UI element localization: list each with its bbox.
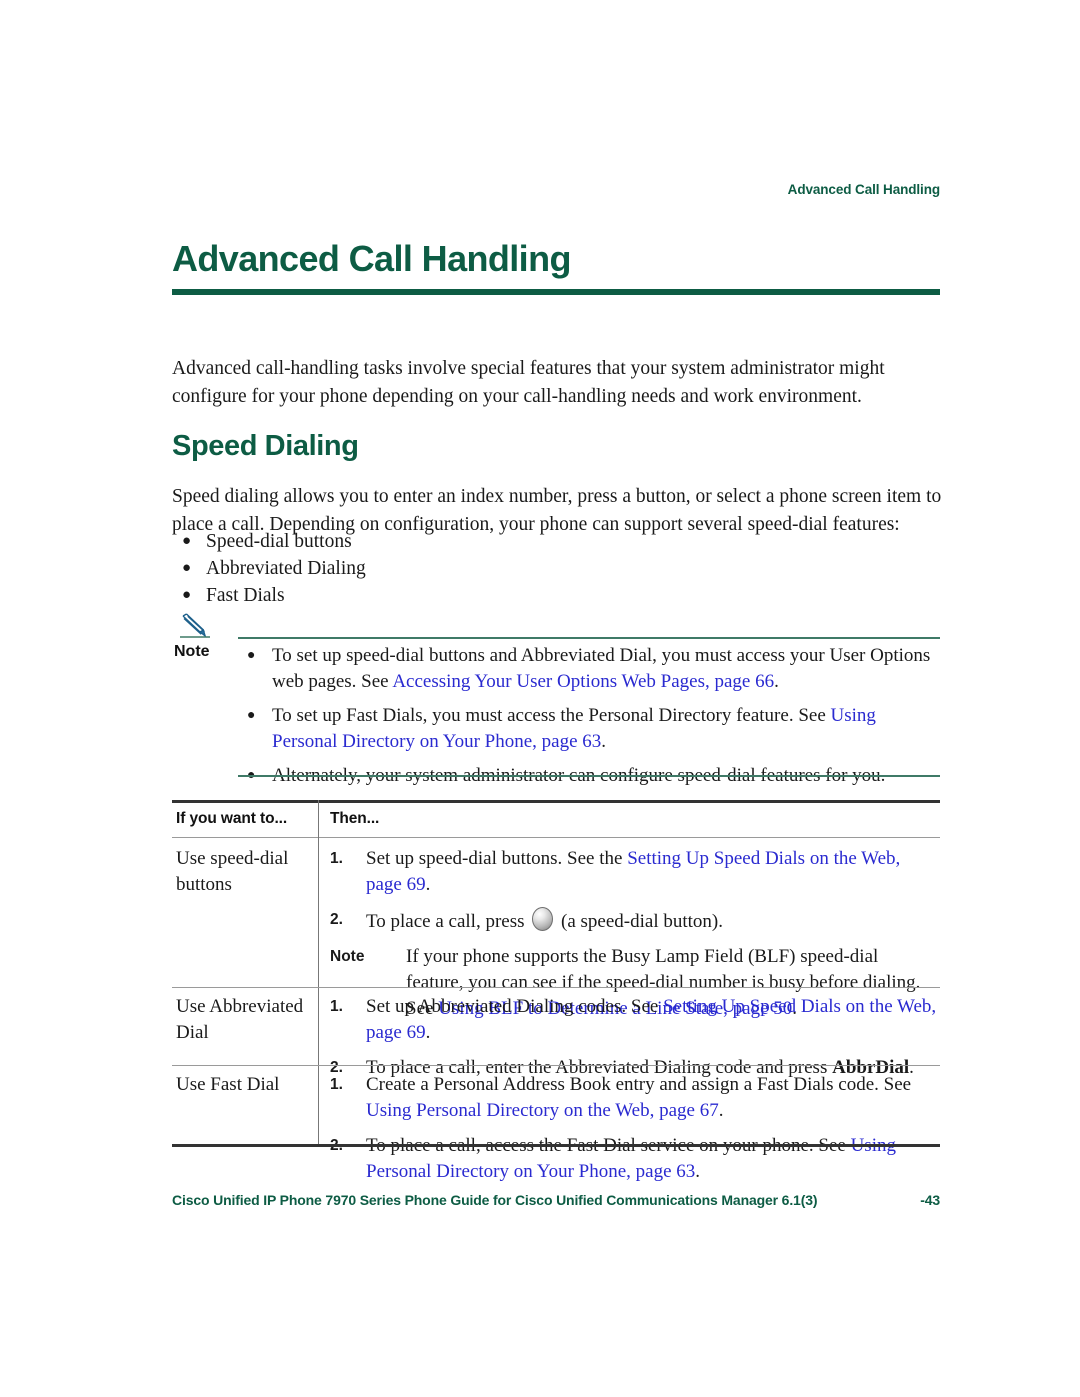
pencil-icon	[178, 612, 212, 640]
footer: Cisco Unified IP Phone 7970 Series Phone…	[172, 1192, 940, 1208]
table-row: Use Fast Dial	[176, 1072, 316, 1098]
note-list-item: ● To set up Fast Dials, you must access …	[238, 703, 938, 755]
note-label: Note	[330, 948, 365, 965]
table-cell-task: Use Fast Dial	[176, 1074, 280, 1095]
note-item-list: ● To set up speed-dial buttons and Abbre…	[238, 643, 938, 797]
document-page: Advanced Call Handling Advanced Call Han…	[0, 0, 1080, 1397]
speed-dial-button-icon	[532, 907, 554, 931]
table-cell-action: 1. Create a Personal Address Book entry …	[330, 1072, 938, 1194]
step-text-pre: To place a call, press	[366, 911, 530, 932]
table-cell-task: Use speed-dial buttons	[176, 848, 289, 895]
note-item-text-post: .	[774, 671, 779, 692]
table-header-border	[172, 837, 940, 838]
page-number: -43	[920, 1192, 940, 1208]
note-rule-top	[238, 637, 940, 639]
table-row-divider	[172, 1065, 940, 1066]
title-rule	[172, 289, 940, 295]
table-column-header-action: Then...	[330, 810, 380, 827]
list-item: ● Fast Dials	[172, 582, 772, 609]
list-item: ● Speed-dial buttons	[172, 528, 772, 555]
procedure-step: 1. Set up Abbreviated Dialing codes. See…	[330, 994, 938, 1046]
list-item-label: Speed-dial buttons	[206, 531, 352, 552]
cross-reference-link[interactable]: Accessing Your User Options Web Pages, p…	[392, 671, 774, 692]
bullet-icon: ●	[247, 708, 256, 723]
step-text-post: .	[425, 874, 431, 895]
table-row: Use speed-dial buttons	[176, 846, 316, 898]
page-title: Advanced Call Handling	[172, 238, 571, 279]
step-text-post: .	[425, 1022, 431, 1043]
table-row: Use Abbreviated Dial	[176, 994, 316, 1046]
step-number: 1.	[330, 850, 343, 867]
table-cell-task: Use Abbreviated Dial	[176, 996, 304, 1043]
step-text-post: .	[718, 1100, 724, 1121]
note-item-text-pre: To set up Fast Dials, you must access th…	[272, 705, 831, 726]
table-top-border	[172, 800, 940, 803]
table-column-divider	[318, 800, 319, 1144]
procedure-step: 2. To place a call, press (a speed-dial …	[330, 907, 938, 935]
footer-title: Cisco Unified IP Phone 7970 Series Phone…	[172, 1192, 818, 1208]
table-column-header-task: If you want to...	[176, 810, 288, 827]
speed-dial-feature-list: ● Speed-dial buttons ● Abbreviated Diali…	[172, 528, 772, 609]
cross-reference-link[interactable]: Using Personal Directory on the Web, pag…	[366, 1100, 719, 1121]
procedure-step: 1. Create a Personal Address Book entry …	[330, 1072, 938, 1124]
chapter-intro-paragraph: Advanced call-handling tasks involve spe…	[172, 358, 885, 407]
bullet-icon: ●	[182, 533, 192, 549]
step-text-pre: Set up speed-dial buttons. See the	[366, 848, 628, 869]
table-bottom-border	[172, 1144, 940, 1147]
section-heading-speed-dialing: Speed Dialing	[172, 430, 359, 462]
note-label: Note	[174, 643, 210, 660]
running-header: Advanced Call Handling	[787, 182, 940, 197]
list-item: ● Abbreviated Dialing	[172, 555, 772, 582]
list-item-label: Abbreviated Dialing	[206, 558, 366, 579]
procedure-step: 2. To place a call, access the Fast Dial…	[330, 1133, 938, 1185]
step-number: 1.	[330, 998, 343, 1015]
note-rule-bottom	[238, 775, 940, 777]
table-row-divider	[172, 987, 940, 988]
procedure-step: 1. Set up speed-dial buttons. See the Se…	[330, 846, 938, 898]
step-text-pre: Create a Personal Address Book entry and…	[366, 1074, 912, 1095]
note-list-item: ● To set up speed-dial buttons and Abbre…	[238, 643, 938, 695]
bullet-icon: ●	[247, 648, 256, 663]
step-number: 2.	[330, 911, 343, 928]
step-number: 1.	[330, 1076, 343, 1093]
bullet-icon: ●	[182, 560, 192, 576]
step-text-post: (a speed-dial button).	[556, 911, 723, 932]
step-text-pre: Set up Abbreviated Dialing codes. See	[366, 996, 664, 1017]
note-item-text-post: .	[601, 731, 607, 752]
bullet-icon: ●	[182, 587, 192, 603]
list-item-label: Fast Dials	[206, 585, 285, 606]
step-text-post: .	[695, 1161, 701, 1182]
